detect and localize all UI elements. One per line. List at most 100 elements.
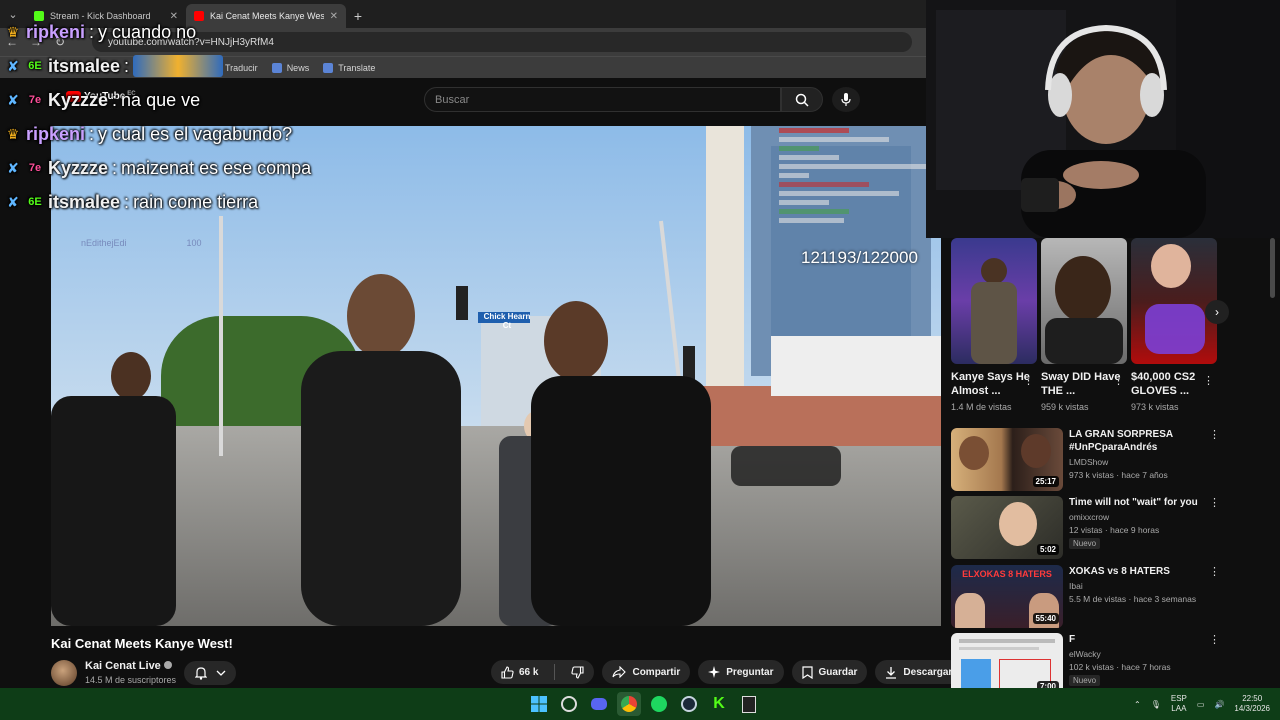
chevron-up-icon[interactable]: ⌃ — [1134, 700, 1141, 709]
chevron-right-icon[interactable]: › — [1205, 300, 1229, 324]
list-item[interactable]: 25:17 LA GRAN SORPRESA #UnPCparaAndrés L… — [951, 428, 1231, 492]
desktop: ⌄ Stream - Kick Dashboard ✕ Kai Cenat Me… — [0, 0, 1280, 720]
video-actions: 66 k Compartir Preguntar Guardar Descarg… — [491, 660, 995, 684]
notifications-button[interactable] — [184, 661, 236, 685]
chat-separator: : — [124, 191, 130, 212]
obs-icon[interactable] — [557, 692, 581, 716]
save-button[interactable]: Guardar — [791, 660, 868, 684]
short-thumbnail[interactable] — [1131, 238, 1217, 364]
like-button[interactable]: 66 k — [491, 660, 548, 684]
bookmark-icon — [801, 665, 813, 679]
duration-badge: 25:17 — [1032, 476, 1059, 487]
windows-start-icon[interactable] — [527, 692, 551, 716]
bookmark-label: News — [286, 62, 310, 73]
list-item[interactable]: 5:02 Time will not "wait" for you omixxc… — [951, 496, 1231, 560]
steam-icon[interactable] — [677, 692, 701, 716]
more-vertical-icon[interactable]: ⋮ — [1113, 374, 1124, 387]
microphone-icon — [841, 92, 851, 106]
sword-icon: ✘ — [7, 57, 19, 74]
short-title[interactable]: Kanye Says He Almost ... — [951, 370, 1031, 398]
search-icon — [795, 93, 809, 107]
more-vertical-icon[interactable]: ⋮ — [1209, 633, 1220, 646]
chat-text: y cual es el vagabundo? — [98, 123, 293, 144]
video-title[interactable]: Time will not "wait" for you — [1069, 496, 1209, 509]
crown-icon: ♛ — [6, 23, 20, 40]
list-item[interactable]: ELXOKAS 8 HATERS 55:40 XOKAS vs 8 HATERS… — [951, 565, 1231, 629]
webcam-overlay — [926, 0, 1280, 238]
more-vertical-icon[interactable]: ⋮ — [1209, 565, 1220, 578]
chat-message: ♛ ripkeni: y cuando no — [4, 18, 196, 46]
download-button[interactable]: Descargar — [875, 660, 963, 684]
duration-badge: 55:40 — [1032, 613, 1059, 624]
volume-icon[interactable]: 🔊 — [1214, 700, 1224, 709]
more-vertical-icon[interactable]: ⋮ — [1023, 374, 1034, 387]
video-title[interactable]: LA GRAN SORPRESA #UnPCparaAndrés — [1069, 428, 1209, 454]
short-title[interactable]: Sway DID Have THE ... — [1041, 370, 1121, 398]
share-button[interactable]: Compartir — [602, 660, 691, 684]
chat-text: rain come tierra — [133, 191, 259, 212]
url-field[interactable]: youtube.com/watch?v=HNJjH3yRfM4 — [92, 32, 912, 52]
thumbs-down-icon — [571, 665, 585, 679]
voice-search-button[interactable] — [832, 87, 860, 112]
chat-username: ripkeni — [26, 123, 86, 144]
thumbnail-text: ELXOKAS 8 HATERS — [962, 569, 1052, 579]
subscriber-count: 14.5 M de suscriptores — [85, 675, 177, 685]
taskbar-apps: K — [527, 692, 761, 716]
sword-icon: ✘ — [7, 159, 19, 176]
monitor-icon[interactable]: ▭ — [1197, 700, 1205, 709]
dislike-button[interactable] — [561, 660, 594, 684]
channel-name[interactable]: elWacky — [1069, 649, 1101, 659]
channel-name[interactable]: Kai Cenat Live — [85, 660, 172, 672]
channel-name[interactable]: omixxcrow — [1069, 512, 1109, 522]
scrollbar[interactable] — [1270, 238, 1275, 298]
clock-time: 22:50 — [1242, 694, 1263, 703]
chat-username: itsmalee — [48, 191, 121, 212]
input-language[interactable]: ESP LAA — [1171, 694, 1187, 714]
thumbs-up-icon — [501, 665, 514, 679]
chat-message: ✘ 7e Kyzzze: maizenat es ese compa — [4, 154, 311, 182]
video-thumbnail[interactable]: 25:17 — [951, 428, 1063, 491]
avatar[interactable] — [51, 660, 77, 686]
more-vertical-icon[interactable]: ⋮ — [1209, 428, 1220, 441]
microphone-icon[interactable]: 🎙 — [1151, 700, 1161, 709]
ask-button[interactable]: Preguntar — [698, 660, 784, 684]
duration-badge: 5:02 — [1036, 544, 1059, 555]
video-title[interactable]: XOKAS vs 8 HATERS — [1069, 565, 1209, 578]
more-vertical-icon[interactable]: ⋮ — [1203, 374, 1214, 387]
video-thumbnail[interactable]: 5:02 — [951, 496, 1063, 559]
close-tab-icon[interactable]: ✕ — [330, 11, 338, 22]
video-thumbnail[interactable]: 7:00 — [951, 633, 1063, 696]
discord-icon[interactable] — [587, 692, 611, 716]
channel-name[interactable]: Ibai — [1069, 581, 1083, 591]
video-title[interactable]: F — [1069, 633, 1209, 646]
kick-icon[interactable]: K — [707, 692, 731, 716]
windows-logo-icon — [531, 696, 547, 712]
sub-badge-icon: 6E — [28, 196, 42, 208]
bookmark-icon — [271, 62, 282, 73]
short-title[interactable]: $40,000 CS2 GLOVES ... — [1131, 370, 1211, 398]
short-views: 973 k vistas — [1131, 402, 1179, 412]
system-clock[interactable]: 22:50 14/3/2026 — [1234, 694, 1270, 714]
epic-games-icon[interactable] — [737, 692, 761, 716]
chat-message: ✘ 6E itsmalee: — [4, 52, 224, 80]
spotify-icon[interactable] — [647, 692, 671, 716]
channel-name[interactable]: LMDShow — [1069, 457, 1108, 467]
chat-message: ♛ ripkeni: y cual es el vagabundo? — [4, 120, 292, 148]
new-tab-button[interactable]: + — [346, 8, 370, 28]
clock-date: 14/3/2026 — [1234, 704, 1270, 713]
share-icon — [612, 666, 627, 678]
new-badge: Nuevo — [1069, 538, 1101, 549]
tab-youtube-video[interactable]: Kai Cenat Meets Kanye West! - ✕ — [186, 4, 346, 28]
short-thumbnail[interactable] — [1041, 238, 1127, 364]
bookmark-news[interactable]: News — [271, 62, 310, 73]
bookmark-translate[interactable]: Translate — [323, 62, 375, 73]
sparkle-icon — [708, 666, 721, 678]
search-input[interactable]: Buscar — [424, 87, 781, 112]
short-thumbnail[interactable] — [951, 238, 1037, 364]
ask-label: Preguntar — [726, 666, 774, 678]
video-thumbnail[interactable]: ELXOKAS 8 HATERS 55:40 — [951, 565, 1063, 628]
search-button[interactable] — [781, 87, 823, 112]
more-vertical-icon[interactable]: ⋮ — [1209, 496, 1220, 509]
chrome-icon[interactable] — [617, 692, 641, 716]
chat-username: ripkeni — [26, 21, 86, 42]
